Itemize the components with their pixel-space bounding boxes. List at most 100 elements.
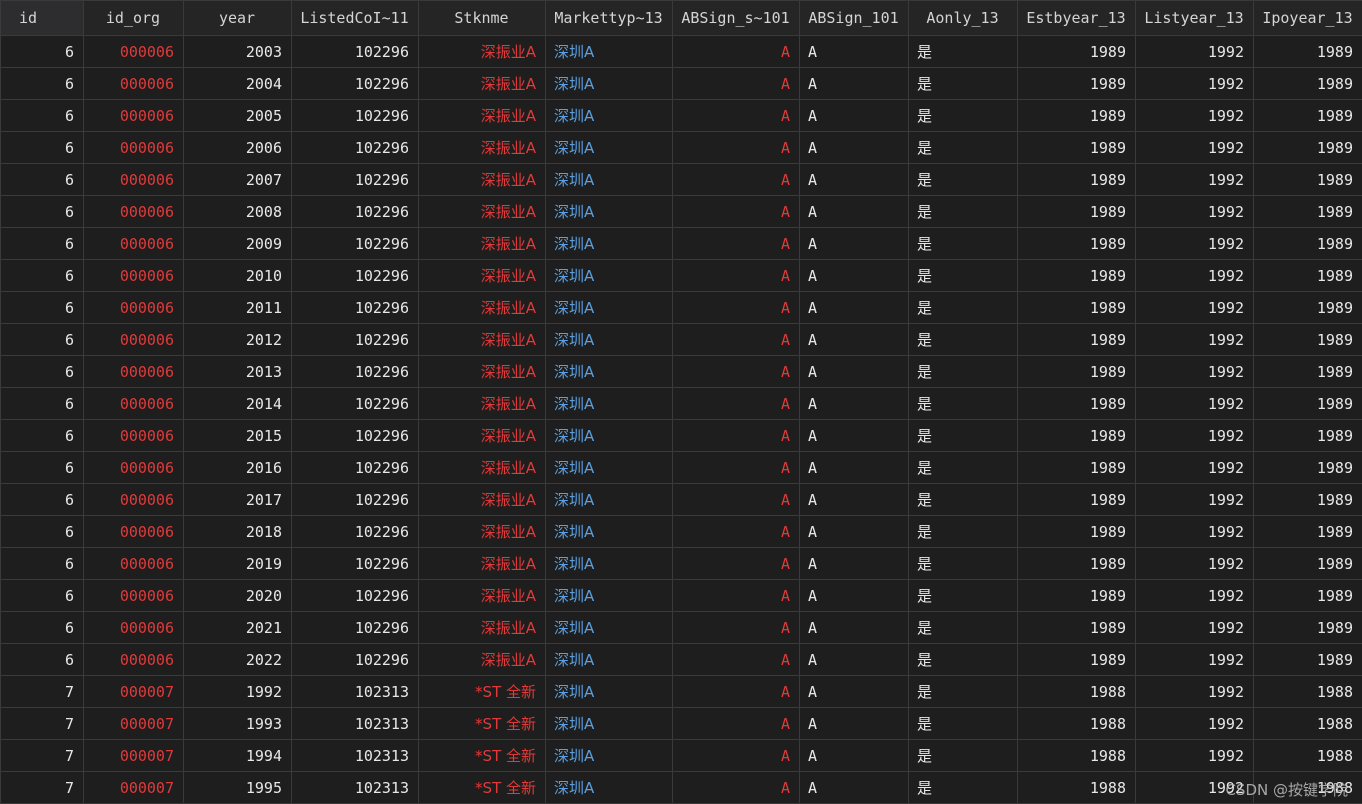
cell-id-org[interactable]: 000006	[84, 484, 184, 516]
cell-listyear[interactable]: 1992	[1136, 100, 1254, 132]
cell-estbyear[interactable]: 1989	[1018, 420, 1136, 452]
cell-aonly[interactable]: 是	[909, 260, 1018, 292]
cell-absign[interactable]: A	[800, 132, 909, 164]
table-row[interactable]: 60000062018102296深振业A深圳AAA是198919921989	[1, 516, 1362, 548]
cell-aonly[interactable]: 是	[909, 228, 1018, 260]
cell-absign[interactable]: A	[800, 676, 909, 708]
cell-aonly[interactable]: 是	[909, 68, 1018, 100]
cell-ipoyear[interactable]: 1989	[1254, 612, 1362, 644]
cell-absign[interactable]: A	[800, 164, 909, 196]
cell-absign-s[interactable]: A	[673, 228, 800, 260]
cell-listedcoi[interactable]: 102296	[292, 36, 419, 68]
cell-absign-s[interactable]: A	[673, 516, 800, 548]
cell-id-org[interactable]: 000006	[84, 388, 184, 420]
cell-id-org[interactable]: 000006	[84, 36, 184, 68]
cell-id-org[interactable]: 000007	[84, 708, 184, 740]
cell-aonly[interactable]: 是	[909, 740, 1018, 772]
cell-estbyear[interactable]: 1989	[1018, 68, 1136, 100]
cell-year[interactable]: 2010	[184, 260, 292, 292]
cell-listyear[interactable]: 1992	[1136, 516, 1254, 548]
cell-id[interactable]: 6	[1, 324, 84, 356]
cell-estbyear[interactable]: 1988	[1018, 708, 1136, 740]
cell-absign[interactable]: A	[800, 548, 909, 580]
cell-estbyear[interactable]: 1989	[1018, 484, 1136, 516]
cell-listedcoi[interactable]: 102296	[292, 388, 419, 420]
cell-estbyear[interactable]: 1989	[1018, 516, 1136, 548]
cell-id-org[interactable]: 000007	[84, 772, 184, 804]
cell-estbyear[interactable]: 1989	[1018, 292, 1136, 324]
cell-listyear[interactable]: 1992	[1136, 580, 1254, 612]
cell-id[interactable]: 6	[1, 420, 84, 452]
cell-stknme[interactable]: 深振业A	[419, 644, 546, 676]
cell-estbyear[interactable]: 1989	[1018, 644, 1136, 676]
cell-id-org[interactable]: 000006	[84, 324, 184, 356]
cell-markettyp[interactable]: 深圳A	[546, 292, 673, 324]
cell-ipoyear[interactable]: 1989	[1254, 292, 1362, 324]
cell-markettyp[interactable]: 深圳A	[546, 580, 673, 612]
cell-listyear[interactable]: 1992	[1136, 548, 1254, 580]
cell-listedcoi[interactable]: 102296	[292, 548, 419, 580]
cell-absign-s[interactable]: A	[673, 452, 800, 484]
cell-ipoyear[interactable]: 1989	[1254, 420, 1362, 452]
cell-id-org[interactable]: 000007	[84, 676, 184, 708]
cell-aonly[interactable]: 是	[909, 708, 1018, 740]
cell-absign[interactable]: A	[800, 196, 909, 228]
cell-estbyear[interactable]: 1989	[1018, 100, 1136, 132]
cell-absign[interactable]: A	[800, 580, 909, 612]
column-header-listyear-13[interactable]: Listyear_13	[1136, 1, 1254, 36]
cell-year[interactable]: 2014	[184, 388, 292, 420]
cell-estbyear[interactable]: 1989	[1018, 356, 1136, 388]
cell-id[interactable]: 6	[1, 548, 84, 580]
cell-aonly[interactable]: 是	[909, 452, 1018, 484]
cell-absign[interactable]: A	[800, 708, 909, 740]
cell-absign-s[interactable]: A	[673, 548, 800, 580]
cell-id[interactable]: 6	[1, 644, 84, 676]
cell-listedcoi[interactable]: 102296	[292, 164, 419, 196]
cell-absign[interactable]: A	[800, 292, 909, 324]
table-row[interactable]: 70000071995102313*ST 全新深圳AAA是19881992198…	[1, 772, 1362, 804]
cell-ipoyear[interactable]: 1989	[1254, 228, 1362, 260]
cell-markettyp[interactable]: 深圳A	[546, 740, 673, 772]
cell-aonly[interactable]: 是	[909, 164, 1018, 196]
table-row[interactable]: 60000062004102296深振业A深圳AAA是198919921989	[1, 68, 1362, 100]
cell-markettyp[interactable]: 深圳A	[546, 132, 673, 164]
cell-estbyear[interactable]: 1989	[1018, 228, 1136, 260]
table-row[interactable]: 70000071993102313*ST 全新深圳AAA是19881992198…	[1, 708, 1362, 740]
cell-id-org[interactable]: 000006	[84, 548, 184, 580]
cell-id[interactable]: 6	[1, 292, 84, 324]
cell-absign[interactable]: A	[800, 228, 909, 260]
cell-id[interactable]: 6	[1, 356, 84, 388]
table-row[interactable]: 60000062011102296深振业A深圳AAA是198919921989	[1, 292, 1362, 324]
cell-aonly[interactable]: 是	[909, 772, 1018, 804]
cell-markettyp[interactable]: 深圳A	[546, 676, 673, 708]
cell-listyear[interactable]: 1992	[1136, 484, 1254, 516]
column-header-absign-101[interactable]: ABSign_101	[800, 1, 909, 36]
cell-ipoyear[interactable]: 1989	[1254, 644, 1362, 676]
cell-ipoyear[interactable]: 1989	[1254, 548, 1362, 580]
cell-listyear[interactable]: 1992	[1136, 740, 1254, 772]
cell-listedcoi[interactable]: 102313	[292, 772, 419, 804]
cell-markettyp[interactable]: 深圳A	[546, 196, 673, 228]
cell-estbyear[interactable]: 1989	[1018, 260, 1136, 292]
cell-ipoyear[interactable]: 1988	[1254, 676, 1362, 708]
cell-id[interactable]: 6	[1, 484, 84, 516]
cell-listedcoi[interactable]: 102296	[292, 292, 419, 324]
cell-estbyear[interactable]: 1989	[1018, 612, 1136, 644]
cell-aonly[interactable]: 是	[909, 132, 1018, 164]
cell-ipoyear[interactable]: 1989	[1254, 164, 1362, 196]
cell-year[interactable]: 2007	[184, 164, 292, 196]
column-header-id-org[interactable]: id_org	[84, 1, 184, 36]
column-header-aonly-13[interactable]: Aonly_13	[909, 1, 1018, 36]
cell-listedcoi[interactable]: 102296	[292, 612, 419, 644]
cell-id-org[interactable]: 000007	[84, 740, 184, 772]
cell-listyear[interactable]: 1992	[1136, 772, 1254, 804]
table-row[interactable]: 60000062017102296深振业A深圳AAA是198919921989	[1, 484, 1362, 516]
table-row[interactable]: 60000062020102296深振业A深圳AAA是198919921989	[1, 580, 1362, 612]
cell-year[interactable]: 2008	[184, 196, 292, 228]
cell-markettyp[interactable]: 深圳A	[546, 260, 673, 292]
cell-absign-s[interactable]: A	[673, 708, 800, 740]
cell-ipoyear[interactable]: 1989	[1254, 516, 1362, 548]
cell-listyear[interactable]: 1992	[1136, 324, 1254, 356]
cell-id[interactable]: 6	[1, 452, 84, 484]
cell-stknme[interactable]: 深振业A	[419, 260, 546, 292]
